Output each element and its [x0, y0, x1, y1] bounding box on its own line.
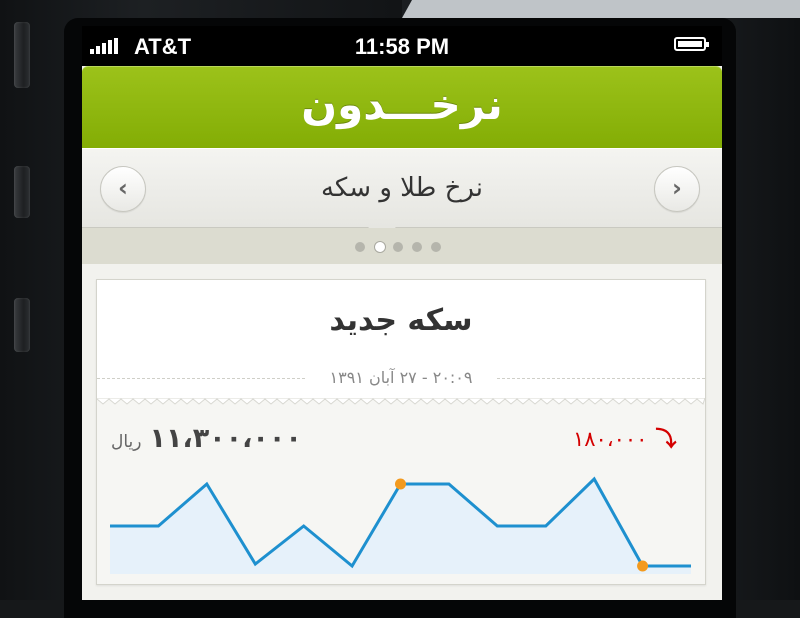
volume-up-button: [14, 166, 30, 218]
page-dot[interactable]: [374, 241, 386, 253]
page-dot[interactable]: [412, 242, 422, 252]
battery-level: [678, 41, 702, 47]
app-header: نرخـــدون: [82, 66, 722, 148]
price-card[interactable]: سکه جدید ۲۰:۰۹ - ۲۷ آبان ۱۳۹۱ ۱۱،۳۰۰،۰۰۰…: [96, 279, 706, 585]
price-value: ۱۱،۳۰۰،۰۰۰ ریال: [111, 422, 302, 456]
phone-screen: AT&T 11:58 PM نرخـــدون ‹ نرخ طلا و سکه …: [82, 26, 722, 600]
phone-frame: AT&T 11:58 PM نرخـــدون ‹ نرخ طلا و سکه …: [0, 0, 800, 618]
zigzag-edge: [97, 398, 705, 405]
mute-switch: [14, 22, 30, 88]
price-change: ۱۸۰،۰۰۰ ⤵: [573, 424, 676, 454]
volume-down-button: [14, 298, 30, 352]
chevron-right-icon: ›: [672, 174, 682, 202]
category-nav: ‹ نرخ طلا و سکه ›: [82, 148, 722, 228]
battery-icon: [674, 37, 709, 51]
change-amount: ۱۸۰،۰۰۰: [573, 427, 648, 451]
chart-point-marker[interactable]: [395, 478, 406, 490]
chart-point-marker[interactable]: [637, 560, 649, 572]
price-currency: ریال: [111, 432, 142, 452]
page-dot[interactable]: [393, 242, 403, 252]
category-title: نرخ طلا و سکه: [320, 173, 483, 203]
page-indicator[interactable]: [355, 241, 455, 254]
price-amount: ۱۱،۳۰۰،۰۰۰: [149, 423, 302, 454]
page-dot[interactable]: [355, 242, 365, 252]
item-title: سکه جدید: [329, 303, 473, 338]
content-area: سکه جدید ۲۰:۰۹ - ۲۷ آبان ۱۳۹۱ ۱۱،۳۰۰،۰۰۰…: [82, 264, 722, 600]
device-glare: [402, 0, 800, 18]
update-timestamp: ۲۰:۰۹ - ۲۷ آبان ۱۳۹۱: [306, 366, 496, 390]
status-clock: 11:58 PM: [354, 34, 450, 59]
device-glare-edge: [402, 0, 412, 18]
page-indicator-strip: [82, 228, 722, 264]
page-dot[interactable]: [431, 242, 441, 252]
app-title: نرخـــدون: [301, 80, 503, 129]
next-category-button[interactable]: ›: [654, 166, 700, 212]
price-chart: [110, 476, 691, 574]
status-bar: AT&T 11:58 PM: [82, 26, 722, 66]
date-divider: ۲۰:۰۹ - ۲۷ آبان ۱۳۹۱: [97, 366, 705, 390]
arrow-down-icon: ⤵: [655, 427, 677, 451]
